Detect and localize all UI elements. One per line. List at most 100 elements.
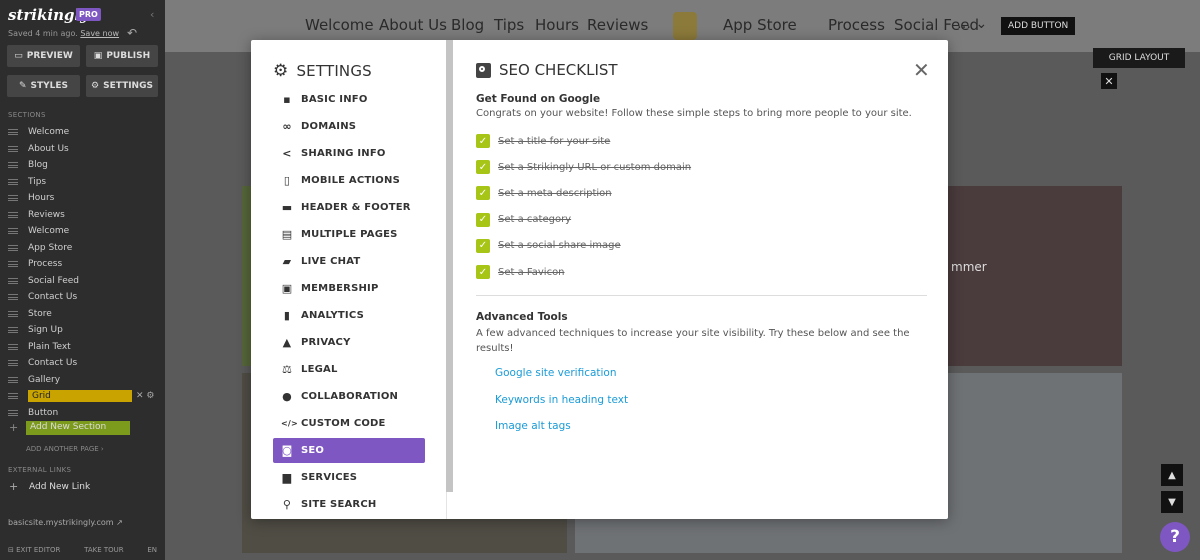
drag-handle-icon[interactable] <box>8 343 18 350</box>
checkbox-checked-icon[interactable]: ✓ <box>476 265 490 279</box>
sidebar-section-item[interactable]: Store <box>0 306 165 322</box>
collapse-sidebar-icon[interactable]: ‹ <box>150 8 154 21</box>
settings-menu-item[interactable]: ◙ SEO <box>273 438 425 463</box>
close-icon[interactable]: ✕ <box>1101 73 1117 89</box>
sidebar-section-item[interactable]: Process <box>0 256 165 272</box>
preview-button[interactable]: ▭ PREVIEW <box>7 45 80 67</box>
sidebar-section-item[interactable]: Gallery <box>0 372 165 388</box>
drag-handle-icon[interactable] <box>8 409 18 416</box>
nav-link[interactable]: Blog <box>451 16 484 34</box>
checklist-item[interactable]: ✓ Set a category <box>476 212 571 228</box>
checklist-item-label[interactable]: Set a category <box>498 214 571 225</box>
language-selector[interactable]: EN <box>147 546 157 554</box>
advanced-tool-link[interactable]: Google site verification <box>495 367 617 379</box>
settings-menu-item[interactable]: ⚲ SITE SEARCH <box>273 492 425 517</box>
advanced-tool-link[interactable]: Keywords in heading text <box>495 394 628 406</box>
settings-menu-item[interactable]: ▰ LIVE CHAT <box>273 249 425 274</box>
add-new-link-button[interactable]: Add New Link <box>29 482 90 492</box>
sidebar-section-item[interactable]: Hours <box>0 190 165 206</box>
publish-button[interactable]: ▣ PUBLISH <box>86 45 158 67</box>
settings-menu-item[interactable]: < SHARING INFO <box>273 141 425 166</box>
drag-handle-icon[interactable] <box>8 145 18 152</box>
add-new-section-button[interactable]: Add New Section <box>26 421 130 435</box>
settings-menu-item[interactable]: ▯ MOBILE ACTIONS <box>273 168 425 193</box>
drag-handle-icon[interactable] <box>8 228 18 234</box>
sidebar-section-item[interactable]: About Us <box>0 141 165 157</box>
checklist-item-label[interactable]: Set a social share image <box>498 240 621 251</box>
grid-layout-button[interactable]: GRID LAYOUT <box>1093 48 1185 68</box>
checklist-item-label[interactable]: Set a Strikingly URL or custom domain <box>498 162 691 173</box>
settings-menu-scrollbar[interactable] <box>446 40 453 492</box>
drag-handle-icon[interactable] <box>8 310 18 317</box>
settings-menu-item[interactable]: </> CUSTOM CODE <box>273 411 425 436</box>
checklist-item-label[interactable]: Set a meta description <box>498 188 612 199</box>
site-url-link[interactable]: basicsite.mystrikingly.com ↗ <box>8 518 123 527</box>
sidebar-section-item[interactable]: Welcome <box>0 124 165 140</box>
help-button[interactable]: ? <box>1160 522 1190 552</box>
drag-handle-icon[interactable] <box>8 178 18 185</box>
checkbox-checked-icon[interactable]: ✓ <box>476 212 490 227</box>
nav-link[interactable]: Process <box>828 16 885 34</box>
styles-button[interactable]: ✎ STYLES <box>7 75 80 97</box>
checkbox-checked-icon[interactable]: ✓ <box>476 134 490 148</box>
settings-menu-item[interactable]: ▆ SERVICES <box>273 465 425 490</box>
add-button[interactable]: ADD BUTTON <box>1001 17 1076 35</box>
add-another-page-button[interactable]: ADD ANOTHER PAGE › <box>26 445 104 453</box>
settings-menu-item[interactable]: ⚖ LEGAL <box>273 357 425 382</box>
drag-handle-icon[interactable] <box>8 376 18 383</box>
sidebar-section-item[interactable]: Tips <box>0 174 165 190</box>
checkbox-checked-icon[interactable]: ✓ <box>476 238 490 253</box>
sidebar-section-item[interactable]: App Store <box>0 240 165 256</box>
settings-menu-item[interactable]: ∞ DOMAINS <box>273 114 425 139</box>
checklist-item[interactable]: ✓ Set a Favicon <box>476 264 565 280</box>
move-down-button[interactable]: ▼ <box>1161 491 1183 513</box>
drag-handle-icon[interactable] <box>8 195 18 201</box>
drag-handle-icon[interactable] <box>8 360 18 366</box>
settings-menu-item[interactable]: ▲ PRIVACY <box>273 330 425 355</box>
move-up-button[interactable]: ▲ <box>1161 464 1183 486</box>
nav-link[interactable]: Reviews <box>587 16 648 34</box>
drag-handle-icon[interactable] <box>8 162 18 168</box>
drag-handle-icon[interactable] <box>8 327 18 333</box>
checklist-item[interactable]: ✓ Set a meta description <box>476 185 612 201</box>
checkbox-checked-icon[interactable]: ✓ <box>476 160 490 175</box>
nav-more-dropdown[interactable]: … ⌄ <box>957 16 987 32</box>
drag-handle-icon[interactable] <box>8 261 18 267</box>
nav-link[interactable]: About Us <box>379 16 447 34</box>
sidebar-section-item[interactable]: Blog <box>0 157 165 173</box>
sidebar-section-item[interactable]: Contact Us <box>0 355 165 371</box>
settings-menu-item[interactable]: ● COLLABORATION <box>273 384 425 409</box>
close-icon[interactable]: ✕ <box>913 60 930 80</box>
drag-handle-icon[interactable] <box>8 211 18 218</box>
nav-link[interactable]: Tips <box>494 16 524 34</box>
drag-handle-icon[interactable] <box>8 294 18 300</box>
settings-menu-item[interactable]: ▣ MEMBERSHIP <box>273 276 425 301</box>
exit-editor-button[interactable]: ⊟ EXIT EDITOR <box>8 546 60 554</box>
checklist-item-label[interactable]: Set a title for your site <box>498 136 610 147</box>
take-tour-button[interactable]: TAKE TOUR <box>84 546 124 554</box>
save-now-link[interactable]: Save now <box>80 29 119 38</box>
drag-handle-icon[interactable] <box>8 277 18 284</box>
settings-menu-item[interactable]: ▬ HEADER & FOOTER <box>273 195 425 220</box>
checkbox-checked-icon[interactable]: ✓ <box>476 186 490 201</box>
drag-handle-icon[interactable] <box>8 244 18 251</box>
sidebar-section-item[interactable]: Sign Up <box>0 322 165 338</box>
settings-menu-item[interactable]: ▮ ANALYTICS <box>273 303 425 328</box>
sidebar-section-item[interactable]: Social Feed <box>0 273 165 289</box>
sidebar-section-item[interactable]: Welcome <box>0 223 165 239</box>
drag-handle-icon[interactable] <box>8 129 18 135</box>
sidebar-section-item[interactable]: Plain Text <box>0 339 165 355</box>
settings-menu-item[interactable]: ▪ BASIC INFO <box>273 87 425 112</box>
checklist-item[interactable]: ✓ Set a social share image <box>476 238 621 254</box>
checklist-item[interactable]: ✓ Set a title for your site <box>476 133 610 149</box>
checklist-item[interactable]: ✓ Set a Strikingly URL or custom domain <box>476 159 691 175</box>
nav-link[interactable]: App Store <box>723 16 797 34</box>
sidebar-section-item[interactable]: Contact Us <box>0 289 165 305</box>
checklist-item-label[interactable]: Set a Favicon <box>498 267 565 278</box>
sidebar-section-item[interactable]: Reviews <box>0 207 165 223</box>
sidebar-section-item[interactable]: Button <box>0 405 165 421</box>
undo-icon[interactable]: ↶ <box>127 26 137 40</box>
grid-section-actions[interactable]: ✕ ⚙ <box>136 391 154 401</box>
nav-link[interactable]: Hours <box>535 16 579 34</box>
settings-menu-item[interactable]: ▤ MULTIPLE PAGES <box>273 222 425 247</box>
